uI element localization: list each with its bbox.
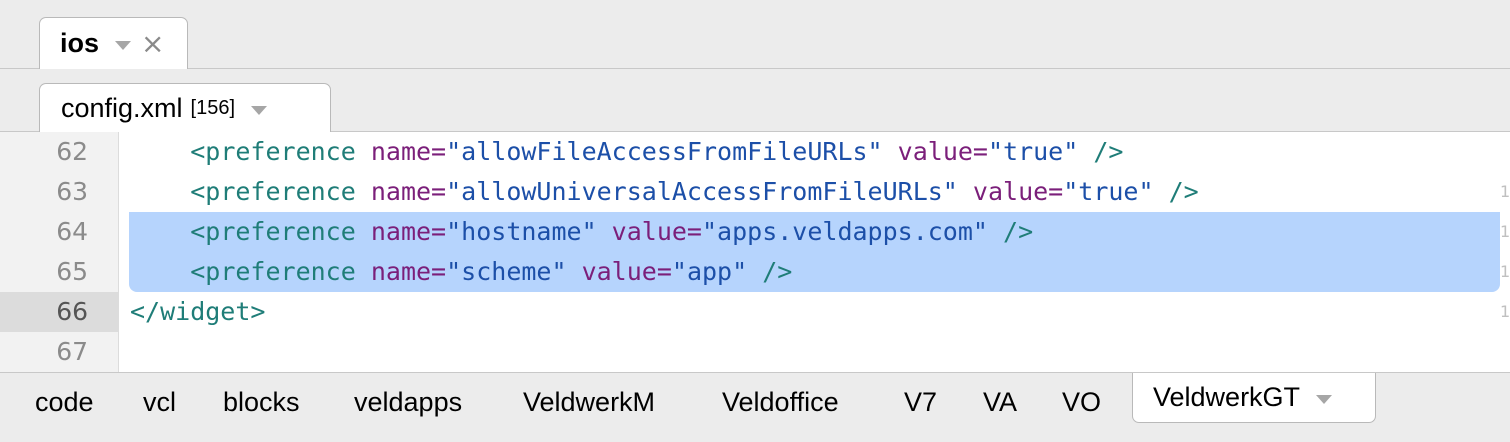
xml-attribute: value= — [957, 177, 1064, 206]
group-tab-label: ios — [60, 28, 100, 58]
xml-attribute: value= — [596, 217, 702, 246]
xml-string: "app" — [671, 257, 748, 286]
xml-attribute: name= — [355, 137, 447, 166]
xml-tag-close: /> — [1078, 137, 1124, 166]
overview-ruler-mark: 1 — [1500, 222, 1510, 241]
xml-tag: <preference — [190, 177, 356, 206]
xml-attribute: name= — [355, 217, 447, 246]
project-tab-va[interactable]: VA — [983, 379, 1017, 425]
line-number: 65 — [56, 257, 88, 286]
project-tab-vo[interactable]: VO — [1062, 379, 1101, 425]
project-tab-veldwerkgt[interactable]: VeldwerkGT — [1132, 373, 1376, 423]
code-line-62[interactable]: <preference name="allowFileAccessFromFil… — [130, 132, 1123, 172]
file-tab-label: config.xml — [61, 92, 183, 123]
xml-string: "allowFileAccessFromFileURLs" — [446, 137, 883, 166]
xml-closing-tag: </widget> — [130, 297, 266, 326]
project-tab-bar: code vcl blocks veldapps VeldwerkM Veldo… — [0, 372, 1510, 442]
xml-attribute: name= — [355, 177, 447, 206]
line-number: 62 — [56, 137, 88, 166]
project-tab-vcl[interactable]: vcl — [143, 379, 176, 425]
project-tab-active-label: VeldwerkGT — [1153, 382, 1301, 412]
xml-string: "scheme" — [446, 257, 567, 286]
xml-tag: <preference — [190, 257, 356, 286]
xml-string: "hostname" — [446, 217, 597, 246]
code-editor[interactable]: 62 63 64 65 66 67 <preference name="allo… — [0, 132, 1510, 372]
project-tab-code[interactable]: code — [35, 379, 94, 425]
code-line-65[interactable]: <preference name="scheme" value="app" /> — [130, 252, 792, 292]
line-number-gutter: 62 63 64 65 66 67 — [0, 132, 119, 372]
code-line-66[interactable]: </widget> — [130, 292, 265, 332]
overview-ruler-mark: 1 — [1500, 302, 1510, 321]
chevron-down-icon[interactable] — [1316, 395, 1333, 404]
file-tab-count: [156] — [190, 96, 236, 119]
file-tab-config-xml[interactable]: config.xml [156] — [39, 83, 331, 132]
xml-string: "allowUniversalAccessFromFileURLs" — [446, 177, 958, 206]
editor-window: ios × config.xml [156] 62 63 64 65 66 67… — [0, 0, 1510, 442]
project-tab-blocks[interactable]: blocks — [223, 379, 300, 425]
close-icon[interactable]: × — [141, 29, 164, 58]
group-tab-ios[interactable]: ios × — [39, 17, 188, 69]
xml-string: "true" — [1063, 177, 1154, 206]
xml-attribute: name= — [355, 257, 447, 286]
xml-string: "true" — [987, 137, 1079, 166]
overview-ruler-mark: 1 — [1500, 182, 1510, 201]
xml-tag-close: /> — [987, 217, 1034, 246]
overview-ruler-mark: 1 — [1500, 262, 1510, 281]
xml-tag: <preference — [190, 137, 356, 166]
project-tab-v7[interactable]: V7 — [904, 379, 937, 425]
code-line-63[interactable]: <preference name="allowUniversalAccessFr… — [130, 172, 1199, 212]
xml-tag: <preference — [190, 217, 356, 246]
file-tab-bar: config.xml [156] — [0, 69, 1510, 132]
group-tab-bar: ios × — [0, 0, 1510, 69]
chevron-down-icon[interactable] — [115, 41, 132, 50]
line-number: 63 — [56, 177, 88, 206]
xml-tag-close: /> — [1153, 177, 1199, 206]
xml-string: "apps.veldapps.com" — [701, 217, 988, 246]
line-number: 64 — [56, 217, 88, 246]
xml-attribute: value= — [882, 137, 988, 166]
project-tab-veldapps[interactable]: veldapps — [354, 379, 462, 425]
line-number: 67 — [56, 337, 88, 366]
line-number-current: 66 — [0, 292, 118, 332]
code-line-64[interactable]: <preference name="hostname" value="apps.… — [130, 212, 1033, 252]
project-tab-veldoffice[interactable]: Veldoffice — [722, 379, 839, 425]
chevron-down-icon[interactable] — [251, 105, 268, 115]
xml-tag-close: /> — [747, 257, 793, 286]
project-tab-veldwerkm[interactable]: VeldwerkM — [523, 379, 655, 425]
xml-attribute: value= — [566, 257, 672, 286]
